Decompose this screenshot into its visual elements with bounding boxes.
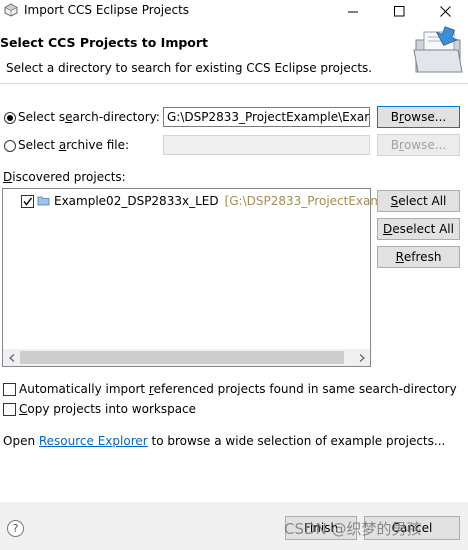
dialog-footer: ? Finish Cancel [0, 502, 468, 550]
open-folder-icon [413, 26, 463, 73]
project-checkbox[interactable] [21, 194, 34, 208]
search-directory-radio[interactable] [4, 112, 16, 124]
copy-projects-checkbox[interactable] [3, 402, 16, 416]
scroll-right-arrow[interactable] [353, 349, 370, 366]
chevron-left-icon [8, 353, 14, 362]
search-directory-label: Select search-directory: [18, 110, 160, 124]
wizard-header: Select CCS Projects to Import Select a d… [0, 22, 468, 84]
wizard-title: Select CCS Projects to Import [0, 35, 209, 50]
archive-file-label: Select archive file: [18, 138, 130, 152]
title-bar: Import CCS Eclipse Projects [0, 0, 468, 22]
resource-explorer-text: Open Resource Explorer to browse a wide … [3, 434, 446, 448]
discovered-projects-label: Discovered projects: [3, 170, 126, 184]
select-all-button[interactable]: Select All [377, 190, 460, 212]
auto-import-option[interactable]: Automatically import referenced projects… [3, 382, 457, 396]
chevron-right-icon [359, 353, 365, 362]
archive-file-radio[interactable] [4, 140, 16, 152]
checkmark-icon [23, 197, 33, 206]
finish-button[interactable]: Finish [285, 516, 357, 540]
scrollbar-thumb[interactable] [20, 351, 344, 364]
copy-projects-label: Copy projects into workspace [19, 402, 197, 416]
wizard-subtitle: Select a directory to search for existin… [6, 61, 373, 75]
cancel-button[interactable]: Cancel [364, 516, 460, 540]
horizontal-scrollbar[interactable] [3, 349, 370, 366]
list-item[interactable]: Example02_DSP2833x_LED [G:\DSP2833_Proje… [21, 192, 390, 210]
maximize-button[interactable] [376, 0, 422, 22]
maximize-icon [393, 5, 404, 16]
search-directory-input[interactable]: G:\DSP2833_ProjectExample\Examp [163, 107, 370, 127]
project-name: Example02_DSP2833x_LED [54, 194, 219, 208]
project-folder-icon [37, 196, 50, 206]
auto-import-label: Automatically import referenced projects… [19, 382, 457, 396]
refresh-button[interactable]: Refresh [377, 246, 460, 268]
close-icon [439, 5, 451, 17]
resource-explorer-link[interactable]: Resource Explorer [39, 434, 148, 448]
browse-archive-button[interactable]: Br owse... [377, 134, 460, 156]
window-title: Import CCS Eclipse Projects [24, 3, 190, 17]
minimize-button[interactable] [330, 0, 376, 22]
close-button[interactable] [422, 0, 468, 22]
scroll-left-arrow[interactable] [3, 349, 20, 366]
copy-projects-option[interactable]: Copy projects into workspace [3, 402, 196, 416]
eclipse-icon [4, 3, 18, 17]
browse-directory-button[interactable]: Br owse... [377, 106, 460, 128]
deselect-all-button[interactable]: Deselect All [377, 218, 460, 240]
archive-file-input[interactable] [163, 135, 370, 155]
discovered-projects-list[interactable]: Example02_DSP2833x_LED [G:\DSP2833_Proje… [2, 188, 390, 367]
help-icon[interactable]: ? [7, 520, 24, 537]
minimize-icon [347, 11, 358, 12]
project-path: [G:\DSP2833_ProjectExamp [224, 194, 390, 208]
auto-import-checkbox[interactable] [3, 382, 16, 396]
